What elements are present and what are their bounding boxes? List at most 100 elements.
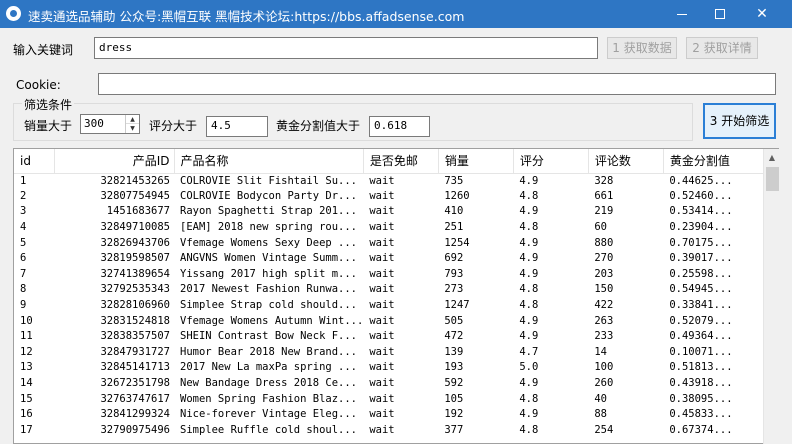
cell-product-name: Yissang 2017 high split m... <box>180 267 358 280</box>
cell-sales: 139 <box>444 345 464 358</box>
col-header-id[interactable]: id <box>14 149 55 174</box>
table-row[interactable]: 16 32841299324 Nice-forever Vintage Eleg..… <box>14 407 771 423</box>
cell-reviews: 60 <box>594 221 607 234</box>
rating-input[interactable]: 4.5 <box>206 116 268 137</box>
cell-golden-ratio: 0.52079... <box>669 314 733 327</box>
cell-id: 7 <box>20 267 27 280</box>
table-row[interactable]: 11 32838357507 SHEIN Contrast Bow Neck F..… <box>14 329 771 345</box>
cell-reviews: 40 <box>594 392 607 405</box>
cell-product-id: 32821453265 <box>100 174 170 187</box>
cell-golden-ratio: 0.67374... <box>669 423 733 436</box>
table-row[interactable]: 2 32807754945 COLROVIE Bodycon Party Dr...… <box>14 189 771 205</box>
start-filter-button[interactable]: 3 开始筛选 <box>703 103 776 139</box>
vertical-scrollbar[interactable]: ▲ <box>763 149 780 444</box>
close-button[interactable]: ✕ <box>744 0 780 28</box>
table-row[interactable]: 4 32849710085 [EAM] 2018 new spring rou...… <box>14 220 771 236</box>
table-row[interactable]: 8 32792535343 2017 Newest Fashion Runwa...… <box>14 282 771 298</box>
table-row[interactable]: 9 32828106960 Simplee Strap cold should...… <box>14 298 771 314</box>
cell-golden-ratio: 0.44625... <box>669 174 733 187</box>
cell-golden-ratio: 0.43918... <box>669 377 733 390</box>
app-icon <box>6 6 21 21</box>
cell-product-name: 2017 Newest Fashion Runwa... <box>180 283 358 296</box>
table-row[interactable]: 10 32831524818 Vfemage Womens Autumn Wint.… <box>14 313 771 329</box>
table-row[interactable]: 12 32847931727 Humor Bear 2018 New Brand..… <box>14 345 771 361</box>
stepper-up-icon[interactable]: ▲ <box>126 115 139 124</box>
cell-rating: 4.7 <box>519 345 539 358</box>
col-header-reviews[interactable]: 评论数 <box>588 149 664 174</box>
cell-rating: 4.9 <box>519 267 539 280</box>
table-row[interactable]: 6 32819598507 ANGVNS Women Vintage Summ...… <box>14 251 771 267</box>
cell-product-name: Nice-forever Vintage Eleg... <box>180 408 358 421</box>
cell-reviews: 422 <box>594 299 614 312</box>
keyword-input[interactable]: dress <box>94 37 598 59</box>
table-row[interactable]: 1 32821453265 COLROVIE Slit Fishtail Su...… <box>14 173 771 189</box>
window-title: 速卖通选品辅助 公众号:黑帽互联 黑帽技术论坛:https://bbs.affa… <box>28 9 465 24</box>
cell-product-id: 32819598507 <box>100 252 170 265</box>
cell-id: 13 <box>20 361 33 374</box>
cell-golden-ratio: 0.45833... <box>669 408 733 421</box>
stepper-down-icon[interactable]: ▼ <box>126 124 139 133</box>
cell-free-shipping: wait <box>369 314 395 327</box>
cell-reviews: 203 <box>594 267 614 280</box>
cell-free-shipping: wait <box>369 221 395 234</box>
cell-sales: 273 <box>444 283 464 296</box>
cell-product-id: 32831524818 <box>100 314 170 327</box>
cell-id: 1 <box>20 174 27 187</box>
minimize-button[interactable] <box>664 0 700 28</box>
cell-free-shipping: wait <box>369 174 395 187</box>
cell-golden-ratio: 0.25598... <box>669 267 733 280</box>
cell-free-shipping: wait <box>369 283 395 296</box>
col-header-golden-ratio[interactable]: 黄金分割值 <box>663 149 772 174</box>
table-row[interactable]: 13 32845141713 2017 New La maxPa spring ..… <box>14 360 771 376</box>
cell-sales: 251 <box>444 221 464 234</box>
col-header-product-id[interactable]: 产品ID <box>54 149 175 174</box>
col-header-sales[interactable]: 销量 <box>438 149 514 174</box>
fetch-detail-button[interactable]: 2 获取详情 <box>686 37 758 59</box>
sales-label: 销量大于 <box>24 119 73 133</box>
table-row[interactable]: 3 1451683677 Rayon Spaghetti Strap 201... w… <box>14 204 771 220</box>
cell-product-name: Vfemage Womens Sexy Deep ... <box>180 236 358 249</box>
table-row[interactable]: 5 32826943706 Vfemage Womens Sexy Deep ...… <box>14 235 771 251</box>
scroll-thumb[interactable] <box>766 167 779 191</box>
maximize-button[interactable] <box>702 0 738 28</box>
col-header-free-shipping[interactable]: 是否免邮 <box>363 149 439 174</box>
cell-golden-ratio: 0.33841... <box>669 299 733 312</box>
cell-rating: 4.8 <box>519 283 539 296</box>
title-bar: 速卖通选品辅助 公众号:黑帽互联 黑帽技术论坛:https://bbs.affa… <box>0 0 792 28</box>
cell-id: 10 <box>20 314 33 327</box>
cell-product-id: 1451683677 <box>106 205 170 218</box>
table-row[interactable]: 17 32790975496 Simplee Ruffle cold shoul..… <box>14 423 771 439</box>
cell-sales: 692 <box>444 252 464 265</box>
cell-sales: 793 <box>444 267 464 280</box>
cell-free-shipping: wait <box>369 330 395 343</box>
cell-free-shipping: wait <box>369 189 395 202</box>
cell-rating: 4.9 <box>519 205 539 218</box>
cell-product-id: 32849710085 <box>100 221 170 234</box>
cell-rating: 4.9 <box>519 174 539 187</box>
cell-golden-ratio: 0.49364... <box>669 330 733 343</box>
cell-golden-ratio: 0.38095... <box>669 392 733 405</box>
cell-product-id: 32790975496 <box>100 423 170 436</box>
cell-product-name: Rayon Spaghetti Strap 201... <box>180 205 358 218</box>
cookie-input[interactable] <box>98 73 776 95</box>
col-header-product-name[interactable]: 产品名称 <box>174 149 364 174</box>
table-row[interactable]: 15 32763747617 Women Spring Fashion Blaz..… <box>14 391 771 407</box>
sales-stepper[interactable]: 300 ▲ ▼ <box>80 114 140 134</box>
cell-product-name: [EAM] 2018 new spring rou... <box>180 221 358 234</box>
cell-sales: 105 <box>444 392 464 405</box>
results-table[interactable]: id 产品ID 产品名称 是否免邮 销量 评分 评论数 黄金分割值 1 32821… <box>13 148 779 444</box>
cell-sales: 410 <box>444 205 464 218</box>
cell-reviews: 219 <box>594 205 614 218</box>
cell-rating: 4.9 <box>519 377 539 390</box>
golden-input[interactable]: 0.618 <box>369 116 430 137</box>
scroll-up-icon[interactable]: ▲ <box>764 149 780 166</box>
table-row[interactable]: 7 32741389654 Yissang 2017 high split m...… <box>14 267 771 283</box>
cell-golden-ratio: 0.23904... <box>669 221 733 234</box>
table-row[interactable]: 14 32672351798 New Bandage Dress 2018 Ce..… <box>14 376 771 392</box>
col-header-rating[interactable]: 评分 <box>513 149 589 174</box>
cell-rating: 4.8 <box>519 423 539 436</box>
fetch-data-button[interactable]: 1 获取数据 <box>607 37 677 59</box>
cell-product-name: Vfemage Womens Autumn Wint... <box>180 314 364 327</box>
cell-product-name: 2017 New La maxPa spring ... <box>180 361 358 374</box>
cell-id: 9 <box>20 299 27 312</box>
